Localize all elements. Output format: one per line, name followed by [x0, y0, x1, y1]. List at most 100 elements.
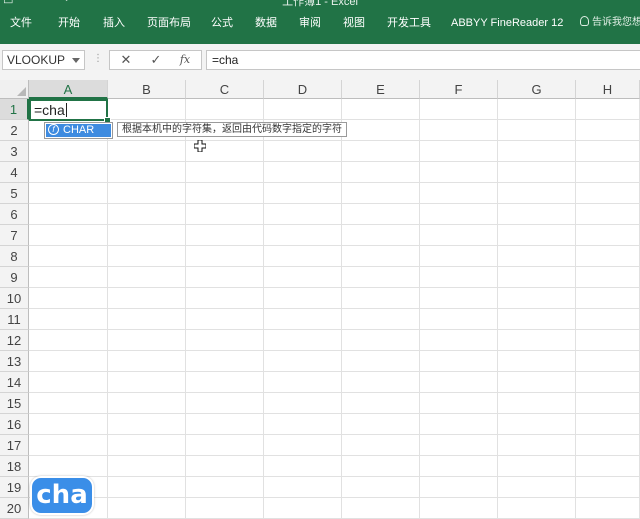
- cell-d12[interactable]: [264, 330, 342, 351]
- cell-e7[interactable]: [342, 225, 420, 246]
- tab-view[interactable]: 视图: [343, 11, 365, 35]
- enter-button[interactable]: ✓: [144, 51, 168, 69]
- row-header-20[interactable]: 20: [0, 498, 29, 519]
- cell-g1[interactable]: [498, 99, 576, 120]
- cell-f20[interactable]: [420, 498, 498, 519]
- cell-g4[interactable]: [498, 162, 576, 183]
- cell-b1[interactable]: [108, 99, 186, 120]
- cell-e8[interactable]: [342, 246, 420, 267]
- cell-e14[interactable]: [342, 372, 420, 393]
- cell-d13[interactable]: [264, 351, 342, 372]
- cell-a15[interactable]: [29, 393, 108, 414]
- cell-h13[interactable]: [576, 351, 640, 372]
- row-header-19[interactable]: 19: [0, 477, 29, 498]
- cell-h15[interactable]: [576, 393, 640, 414]
- cell-h19[interactable]: [576, 477, 640, 498]
- cell-a7[interactable]: [29, 225, 108, 246]
- cell-f8[interactable]: [420, 246, 498, 267]
- cell-c5[interactable]: [186, 183, 264, 204]
- cell-e2[interactable]: [342, 120, 420, 141]
- row-header-17[interactable]: 17: [0, 435, 29, 456]
- tab-data[interactable]: 数据: [255, 11, 277, 35]
- cell-f7[interactable]: [420, 225, 498, 246]
- row-header-15[interactable]: 15: [0, 393, 29, 414]
- cell-b6[interactable]: [108, 204, 186, 225]
- cell-c17[interactable]: [186, 435, 264, 456]
- cell-a16[interactable]: [29, 414, 108, 435]
- column-header-c[interactable]: C: [186, 80, 264, 99]
- cell-f16[interactable]: [420, 414, 498, 435]
- cell-a17[interactable]: [29, 435, 108, 456]
- cell-e6[interactable]: [342, 204, 420, 225]
- cell-e4[interactable]: [342, 162, 420, 183]
- cell-a14[interactable]: [29, 372, 108, 393]
- cell-g18[interactable]: [498, 456, 576, 477]
- cell-a8[interactable]: [29, 246, 108, 267]
- cell-d15[interactable]: [264, 393, 342, 414]
- cell-h6[interactable]: [576, 204, 640, 225]
- cell-g10[interactable]: [498, 288, 576, 309]
- cell-e15[interactable]: [342, 393, 420, 414]
- cell-h4[interactable]: [576, 162, 640, 183]
- cell-b17[interactable]: [108, 435, 186, 456]
- cell-c18[interactable]: [186, 456, 264, 477]
- column-header-b[interactable]: B: [108, 80, 186, 99]
- tell-me-search[interactable]: 告诉我您想: [580, 11, 640, 35]
- column-header-e[interactable]: E: [342, 80, 420, 99]
- name-box[interactable]: VLOOKUP: [2, 50, 85, 70]
- cell-c16[interactable]: [186, 414, 264, 435]
- cell-g5[interactable]: [498, 183, 576, 204]
- cell-g7[interactable]: [498, 225, 576, 246]
- select-all-button[interactable]: [0, 80, 29, 99]
- cell-e17[interactable]: [342, 435, 420, 456]
- cell-b15[interactable]: [108, 393, 186, 414]
- row-header-13[interactable]: 13: [0, 351, 29, 372]
- cell-c13[interactable]: [186, 351, 264, 372]
- column-header-h[interactable]: H: [576, 80, 640, 99]
- cell-b13[interactable]: [108, 351, 186, 372]
- cell-b10[interactable]: [108, 288, 186, 309]
- row-header-16[interactable]: 16: [0, 414, 29, 435]
- row-header-18[interactable]: 18: [0, 456, 29, 477]
- cell-e11[interactable]: [342, 309, 420, 330]
- cell-e5[interactable]: [342, 183, 420, 204]
- cell-a11[interactable]: [29, 309, 108, 330]
- cell-d8[interactable]: [264, 246, 342, 267]
- cell-h12[interactable]: [576, 330, 640, 351]
- cell-d1[interactable]: [264, 99, 342, 120]
- cell-c1[interactable]: [186, 99, 264, 120]
- cell-h16[interactable]: [576, 414, 640, 435]
- cell-b11[interactable]: [108, 309, 186, 330]
- cell-g6[interactable]: [498, 204, 576, 225]
- cell-f19[interactable]: [420, 477, 498, 498]
- tab-developer[interactable]: 开发工具: [387, 11, 431, 35]
- cell-f6[interactable]: [420, 204, 498, 225]
- cell-d6[interactable]: [264, 204, 342, 225]
- row-header-5[interactable]: 5: [0, 183, 29, 204]
- row-header-2[interactable]: 2: [0, 120, 29, 141]
- cell-f9[interactable]: [420, 267, 498, 288]
- cell-d3[interactable]: [264, 141, 342, 162]
- cell-a3[interactable]: [29, 141, 108, 162]
- cell-c4[interactable]: [186, 162, 264, 183]
- cell-a13[interactable]: [29, 351, 108, 372]
- cell-g20[interactable]: [498, 498, 576, 519]
- cell-c19[interactable]: [186, 477, 264, 498]
- cell-b12[interactable]: [108, 330, 186, 351]
- cell-h10[interactable]: [576, 288, 640, 309]
- tab-review[interactable]: 审阅: [299, 11, 321, 35]
- cell-b20[interactable]: [108, 498, 186, 519]
- cell-h17[interactable]: [576, 435, 640, 456]
- cell-c8[interactable]: [186, 246, 264, 267]
- cell-d19[interactable]: [264, 477, 342, 498]
- cell-a6[interactable]: [29, 204, 108, 225]
- row-header-1[interactable]: 1: [0, 99, 29, 120]
- cell-c6[interactable]: [186, 204, 264, 225]
- row-header-8[interactable]: 8: [0, 246, 29, 267]
- cell-b5[interactable]: [108, 183, 186, 204]
- cell-f14[interactable]: [420, 372, 498, 393]
- insert-function-button[interactable]: fx: [173, 51, 197, 69]
- active-cell-editor[interactable]: =cha: [29, 99, 108, 121]
- cell-a12[interactable]: [29, 330, 108, 351]
- formula-input[interactable]: =cha: [206, 50, 640, 70]
